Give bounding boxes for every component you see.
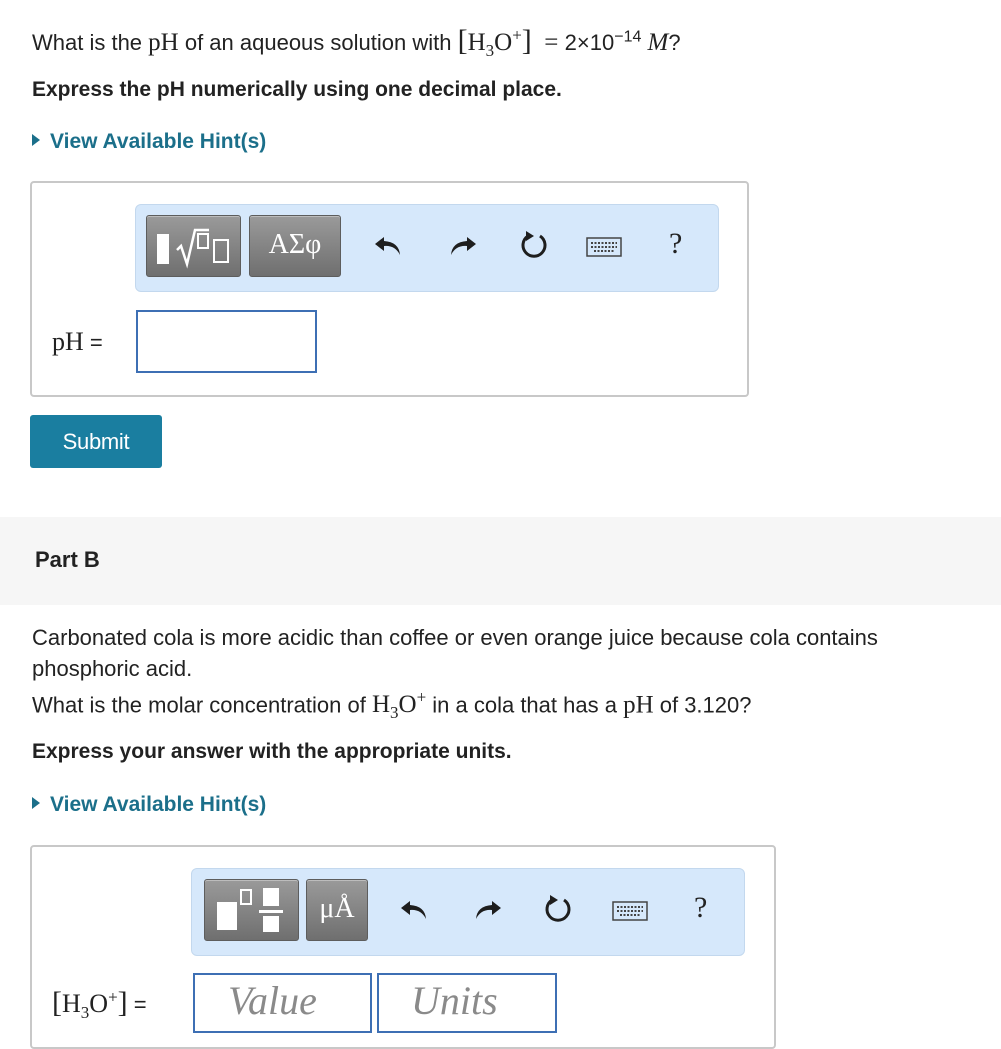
greek-symbols-button[interactable]: ΑΣφ <box>249 215 341 277</box>
part-b-header[interactable]: Part B <box>0 517 1001 605</box>
part-a-hint-link[interactable]: View Available Hint(s) <box>32 130 266 154</box>
h3o-answer-label: [H3O+] = <box>52 986 147 1023</box>
value-placeholder: Value <box>228 978 317 1023</box>
reset-icon[interactable] <box>540 891 576 927</box>
radical-template-icon <box>157 228 229 269</box>
ph-symbol: pH <box>623 691 654 719</box>
part-b-intro-line1: Carbonated cola is more acidic than coff… <box>32 625 878 650</box>
concentration-exponent: −14 <box>614 28 642 46</box>
templates-button[interactable] <box>146 215 241 277</box>
keyboard-icon[interactable] <box>612 893 648 929</box>
concentration-value: 2×10 <box>564 30 615 55</box>
part-a-instruction: Express the pH numerically using one dec… <box>32 78 562 101</box>
reset-icon[interactable] <box>516 227 552 263</box>
expand-triangle-icon <box>32 797 40 809</box>
h3o-concentration-expression: [H3O+] = <box>457 24 565 60</box>
ph-answer-label: pH = <box>52 327 103 356</box>
fraction-template-icon <box>217 888 283 932</box>
part-b-title: Part B <box>35 547 100 572</box>
part-a-toolbar: ΑΣφ ? <box>135 204 719 292</box>
templates-button[interactable] <box>204 879 299 941</box>
submit-button[interactable]: Submit <box>30 415 162 468</box>
units-placeholder: Units <box>411 978 498 1023</box>
undo-icon[interactable] <box>371 227 407 263</box>
molar-symbol: M <box>647 29 669 56</box>
redo-icon[interactable] <box>444 227 480 263</box>
part-b-toolbar: μÅ ? <box>191 868 745 956</box>
units-input[interactable]: Units <box>377 973 557 1033</box>
units-button[interactable]: μÅ <box>306 879 368 941</box>
redo-icon[interactable] <box>469 891 505 927</box>
part-b-instruction: Express your answer with the appropriate… <box>32 740 512 763</box>
part-b-hint-link[interactable]: View Available Hint(s) <box>32 793 266 817</box>
ph-answer-input[interactable] <box>136 310 317 373</box>
expand-triangle-icon <box>32 134 40 146</box>
ph-symbol: pH <box>148 29 179 56</box>
part-b-intro-line2: phosphoric acid. <box>32 656 193 681</box>
value-input[interactable]: Value <box>193 973 372 1033</box>
part-b-question: What is the molar concentration of H3O+ … <box>32 688 752 723</box>
help-button[interactable]: ? <box>669 227 682 261</box>
keyboard-icon[interactable] <box>586 229 622 265</box>
help-button[interactable]: ? <box>694 891 707 925</box>
undo-icon[interactable] <box>397 891 433 927</box>
h3o-formula: H3O+ <box>371 688 427 723</box>
part-a-question: What is the pH of an aqueous solution wi… <box>32 24 681 60</box>
